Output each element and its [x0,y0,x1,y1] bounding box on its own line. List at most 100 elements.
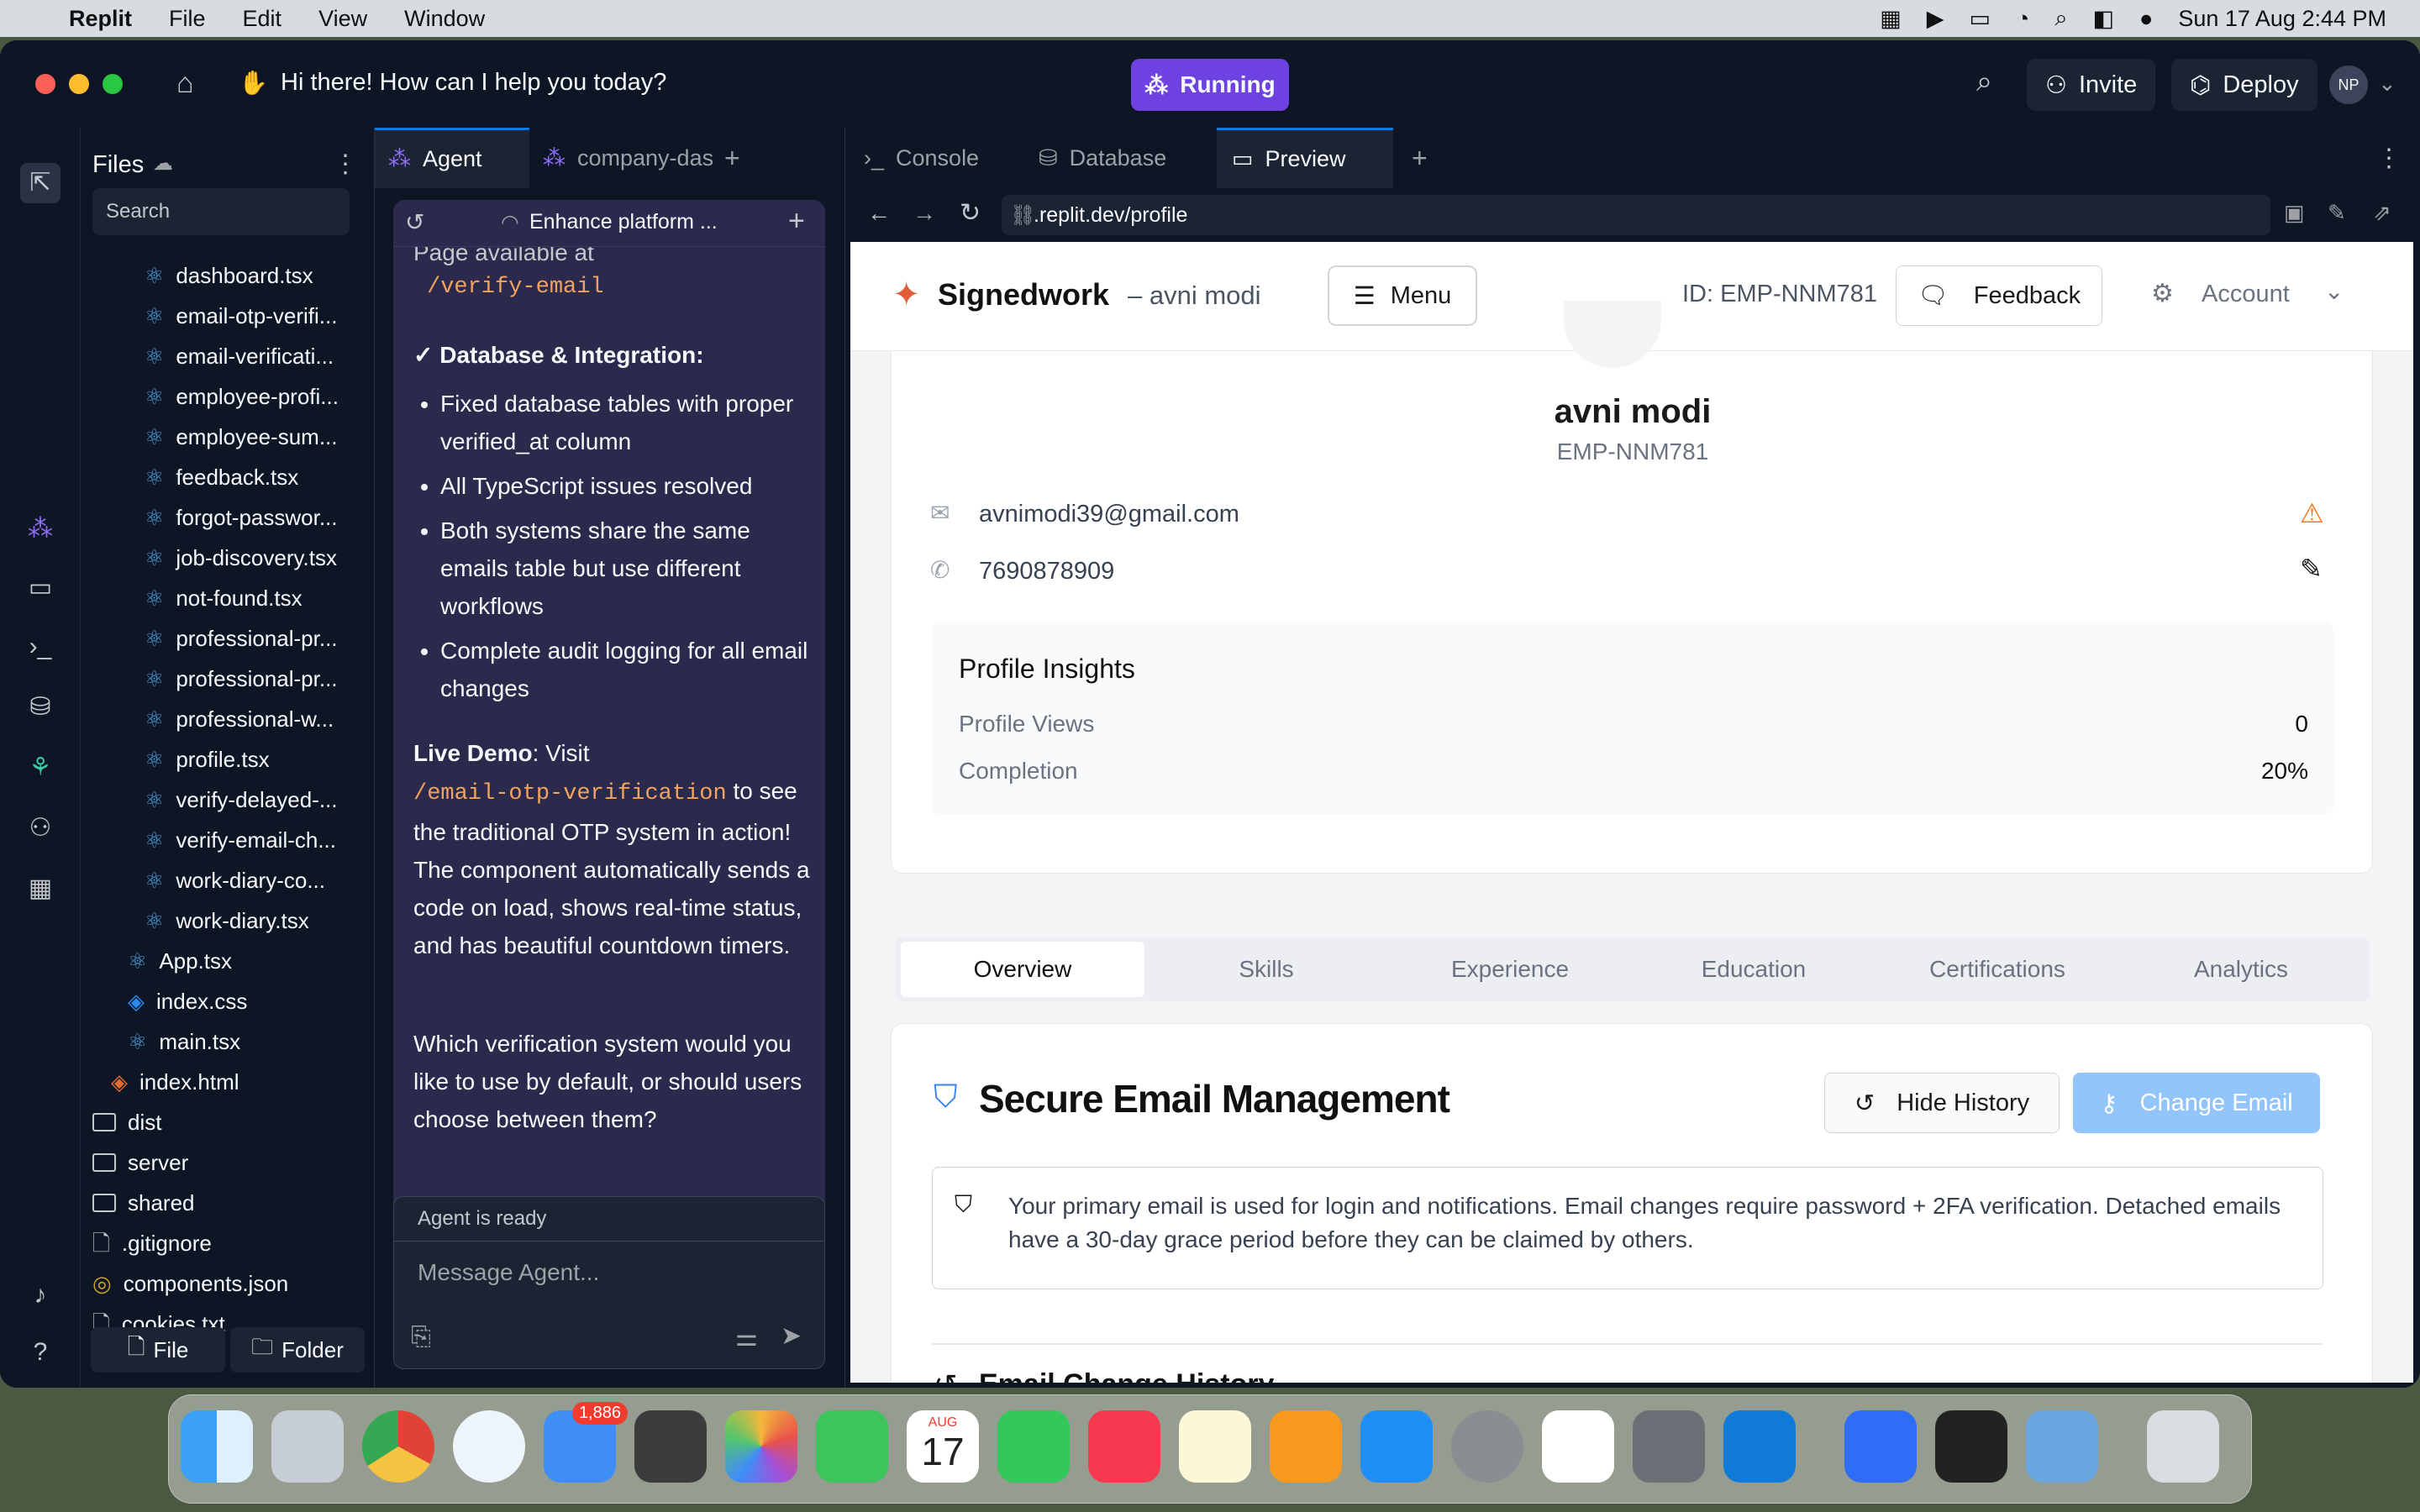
settings-sliders-icon[interactable]: ⚌ [735,1323,758,1352]
iphone-mirroring-icon[interactable] [1633,1410,1705,1483]
file-tree-item[interactable]: ⚛ job-discovery.tsx [145,538,337,578]
preview-icon[interactable]: ▭ [25,573,55,603]
notes-icon[interactable] [1179,1410,1251,1483]
hide-history-button[interactable]: ↺ Hide History [1824,1073,2060,1133]
message-input[interactable]: Message Agent... [418,1259,599,1286]
tab-preview[interactable]: ▭ Preview [1217,128,1393,188]
url-input[interactable]: ⛓ .replit.dev/profile [1002,195,2270,235]
system-settings-icon[interactable] [1451,1410,1523,1483]
file-tree-item[interactable]: ⚛ main.tsx [128,1021,240,1062]
siri-icon[interactable]: ● [2139,6,2153,32]
file-tree-item[interactable]: ⚛ email-otp-verifi... [145,296,337,336]
brand-name[interactable]: Signedwork [938,277,1109,312]
file-tree-item[interactable]: ⚛ dashboard.tsx [145,255,313,296]
safari-icon[interactable] [453,1410,525,1483]
secrets-icon[interactable]: ⚘ [25,753,55,783]
trash-icon[interactable] [2147,1410,2219,1483]
chevron-down-icon[interactable]: ⌄ [2378,71,2396,97]
avatar[interactable]: NP [2329,66,2368,104]
tab-console[interactable]: ›_ Console [864,128,1032,188]
edit-icon[interactable]: ✎ [2300,553,2323,585]
deploy-button[interactable]: ⌬ Deploy [2171,59,2317,111]
file-tree-item[interactable]: ⚛ App.tsx [128,941,232,981]
sidebar-toggle-icon[interactable]: ⇱ [20,163,60,203]
search-icon[interactable]: ⌕ [1976,66,1992,98]
menu-window[interactable]: Window [404,6,485,32]
file-tree-item[interactable]: ⚛ professional-pr... [145,659,338,699]
finder-icon[interactable] [181,1410,253,1483]
photos-icon[interactable] [725,1410,797,1483]
thread-title[interactable]: Enhance platform ... [529,210,718,234]
menu-view[interactable]: View [318,6,367,32]
more-options-icon[interactable]: ⋮ [333,150,358,179]
chevron-down-icon[interactable]: ⌄ [2324,277,2344,305]
screen-recorder-icon[interactable] [1844,1410,1917,1483]
reload-icon[interactable]: ↻ [960,198,981,228]
control-center-icon[interactable]: ◧ [2092,6,2114,32]
menu-file[interactable]: File [169,6,206,32]
file-tree-item[interactable]: shared [92,1183,195,1223]
forward-icon[interactable]: → [913,200,936,227]
new-pane-tab-button[interactable]: + [1412,128,1428,188]
replit-app-icon[interactable] [1935,1410,2007,1483]
file-tree-item[interactable]: ⚛ not-found.tsx [145,578,302,618]
chrome-icon[interactable] [362,1410,434,1483]
calendar-icon[interactable]: AUG 17 [907,1410,979,1483]
warning-icon[interactable]: ⚠ [2300,497,2324,529]
file-tree-item[interactable]: ⚛ verify-delayed-... [145,780,338,820]
agent-icon[interactable]: ⁂ [25,514,55,544]
preview-app-icon[interactable] [2026,1410,2098,1483]
new-tab-button[interactable]: + [724,128,740,188]
tab-skills[interactable]: Skills [1144,942,1388,997]
gear-icon[interactable]: ⚙ [2151,279,2174,308]
file-tree-item[interactable]: ⚛ verify-email-ch... [145,820,336,860]
devtools-icon[interactable]: ✎ [2328,200,2346,226]
file-tree-item[interactable]: ⚛ professional-w... [145,699,334,739]
tab-analytics[interactable]: Analytics [2119,942,2363,997]
tab-education[interactable]: Education [1632,942,1876,997]
database-icon[interactable]: ⛁ [25,692,55,722]
wifi-icon[interactable]: ◔ [2016,6,2029,32]
file-tree-item[interactable]: ⚛ work-diary.tsx [145,900,309,941]
tab-overview[interactable]: Overview [901,942,1144,997]
file-tree-item[interactable]: ⚛ professional-pr... [145,618,338,659]
new-file-button[interactable]: 🗋 File [91,1327,225,1373]
otp-path[interactable]: /email-otp-verification [413,781,727,806]
music-icon[interactable] [1088,1410,1160,1483]
send-icon[interactable]: ➤ [781,1321,802,1351]
tab-database[interactable]: ⛁ Database [1039,128,1215,188]
new-thread-button[interactable]: + [788,205,805,238]
file-tree-item[interactable]: ◎ components.json [92,1263,288,1304]
calculator-icon[interactable] [634,1410,707,1483]
tab-experience[interactable]: Experience [1388,942,1632,997]
notifications-icon[interactable]: ♪ [25,1280,55,1310]
file-tree-item[interactable]: dist [92,1102,161,1142]
windows-app-icon[interactable] [1542,1410,1614,1483]
change-email-button[interactable]: ⚷ Change Email [2073,1073,2320,1133]
more-options-icon[interactable]: ⋮ [2376,128,2402,188]
file-tree-item[interactable]: ⚛ employee-profi... [145,376,339,417]
vscode-icon[interactable] [1723,1410,1796,1483]
tab-agent[interactable]: ⁂ Agent [375,128,529,188]
clock[interactable]: Sun 17 Aug 2:44 PM [2178,6,2386,32]
file-tree-item[interactable]: ⚛ employee-sum... [145,417,338,457]
file-tree-item[interactable]: ⚛ work-diary-co... [145,860,325,900]
battery-icon[interactable]: ▭ [1970,6,1991,32]
facetime-icon[interactable] [816,1410,888,1483]
file-tree-item[interactable]: ⚛ forgot-passwor... [145,497,338,538]
app-store-icon[interactable] [1360,1410,1433,1483]
mail-icon[interactable]: 1,886 [544,1402,628,1483]
verify-email-path[interactable]: /verify-email [427,269,825,307]
numbers-icon[interactable] [997,1410,1070,1483]
file-tree-item[interactable]: ⚛ feedback.tsx [145,457,298,497]
menu-button[interactable]: ☰ Menu [1328,265,1477,326]
file-tree-item[interactable]: ◈ index.css [128,981,247,1021]
tab-certifications[interactable]: Certifications [1876,942,2119,997]
launchpad-icon[interactable] [271,1410,344,1483]
pages-icon[interactable] [1270,1410,1342,1483]
menu-edit[interactable]: Edit [243,6,282,32]
zoom-window-button[interactable] [103,74,123,94]
tab-company-dashboard[interactable]: ⁂ company-das [543,128,736,188]
account-menu[interactable]: Account [2202,281,2290,308]
menu-app[interactable]: Replit [69,6,132,32]
